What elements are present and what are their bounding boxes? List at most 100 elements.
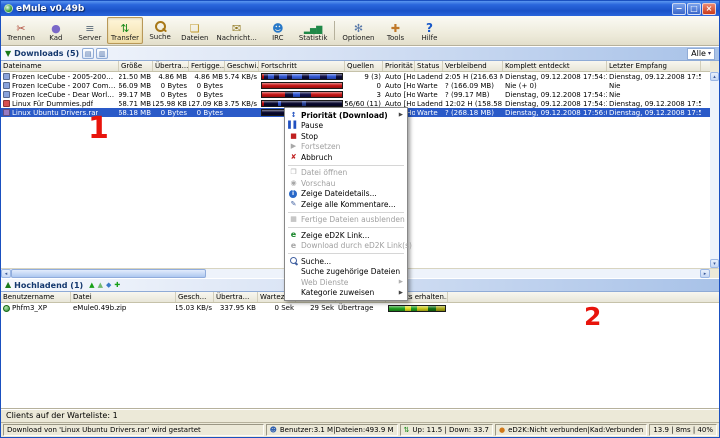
menu-item-dateidetails[interactable]: iZeige Dateidetails... <box>285 189 407 200</box>
upload-column-header-benutzername[interactable]: Benutzername <box>1 292 71 302</box>
progress-segment <box>278 101 281 106</box>
progress-segment <box>285 92 293 97</box>
upload-arrow-icon-2[interactable]: ▲ <box>98 281 103 289</box>
upload-column-header-geschwindigkeit[interactable]: Gesch... <box>176 292 214 302</box>
toolbar-button-nachrichten[interactable]: ✉Nachricht... <box>212 17 260 44</box>
column-header-verbleibend[interactable]: Verbleibend <box>443 61 503 71</box>
cell-fertiggestellt: 127.09 KB <box>189 99 225 108</box>
file-name: Frozen IceCube - 2007 Compilation (2 Dis… <box>12 82 117 90</box>
view-button-2[interactable]: ▥ <box>96 48 108 59</box>
menu-item-kommentare[interactable]: ✎Zeige alle Kommentare... <box>285 199 407 210</box>
cell-letzter: Dienstag, 09.12.2008 17:58:51 <box>607 72 701 81</box>
menu-item-pause[interactable]: ▌▌Pause <box>285 121 407 132</box>
column-header-komplett[interactable]: Komplett entdeckt <box>503 61 607 71</box>
view-button-1[interactable]: ▤ <box>82 48 94 59</box>
updown-arrows-icon: ⇅ <box>404 427 410 434</box>
horizontal-scrollbar-track[interactable] <box>206 269 700 278</box>
menu-item-suche-zugehoerige[interactable]: Suche zugehörige Dateien <box>285 267 407 278</box>
app-icon <box>4 4 13 13</box>
cell-dateiname: Linux Für Dummies.pdf <box>1 99 119 108</box>
scroll-down-button[interactable]: ▾ <box>710 259 719 268</box>
column-header-dateiname[interactable]: Dateiname <box>1 61 119 71</box>
scrollbar-thumb[interactable] <box>11 269 206 278</box>
cell-quellen: 0 <box>345 81 383 90</box>
cell-groesse: 268.18 MB <box>119 108 153 117</box>
file-name: Frozen IceCube - Dear World Radio.rar <box>12 91 117 99</box>
toolbar-button-server[interactable]: ≡Server <box>73 17 107 44</box>
toolbar-button-label: Hilfe <box>422 34 438 42</box>
filter-dropdown[interactable]: Alle ▾ <box>687 48 715 60</box>
column-header-geschwindigkeit[interactable]: Geschwi... <box>225 61 259 71</box>
cell-dateiname: Frozen IceCube - 2005-2006 Compilation (… <box>1 72 119 81</box>
upload-arrow-icon-1[interactable]: ▲ <box>89 281 94 289</box>
cell-groesse: 99.17 MB <box>119 90 153 99</box>
progress-segment <box>274 74 279 79</box>
column-header-quellen[interactable]: Quellen <box>345 61 383 71</box>
toolbar-button-dateien[interactable]: ❏Dateien <box>177 17 212 44</box>
vertical-scrollbar[interactable]: ▴ ▾ <box>710 72 719 268</box>
toolbar-button-irc[interactable]: ☻IRC <box>261 17 295 44</box>
toolbar-button-kad[interactable]: ●Kad <box>39 17 73 44</box>
menu-item-suche[interactable]: Suche... <box>285 256 407 267</box>
progress-segment <box>287 74 293 79</box>
toolbar-button-optionen[interactable]: ✻Optionen <box>338 17 378 44</box>
toolbar-button-label: Statistik <box>299 34 328 42</box>
vertical-scrollbar-track[interactable] <box>710 81 719 259</box>
column-header-fertiggestellt[interactable]: Fertigge... <box>189 61 225 71</box>
file-type-icon <box>3 73 10 80</box>
toolbar-button-trennen[interactable]: ✂Trennen <box>3 17 39 44</box>
download-row[interactable]: Frozen IceCube - Dear World Radio.rar99.… <box>1 90 710 99</box>
cell-verbleibend: 12:02 H (158.58 MB) <box>443 99 503 108</box>
uploads-list: Phfm3_XPeMule0.49b.zip15.03 KB/s337.95 K… <box>1 303 719 408</box>
menu-item-abbruch[interactable]: ✘Abbruch <box>285 152 407 163</box>
toolbar-button-transfer[interactable]: ⇅Transfer <box>107 17 143 44</box>
progress-segment <box>302 74 309 79</box>
scroll-up-button[interactable]: ▴ <box>710 72 719 81</box>
scroll-right-button[interactable]: ▸ <box>700 269 710 278</box>
column-header-uebertragen[interactable]: Übertra... <box>153 61 189 71</box>
toolbar-button-suche[interactable]: Suche <box>143 17 177 44</box>
download-row[interactable]: Frozen IceCube - 2007 Compilation (2 Dis… <box>1 81 710 90</box>
column-header-fortschritt[interactable]: Fortschritt <box>259 61 345 71</box>
downloads-table-header: DateinameGrößeÜbertra...Fertigge...Gesch… <box>1 61 710 72</box>
toolbar-button-hilfe[interactable]: ?Hilfe <box>413 17 447 44</box>
cell-fertiggestellt: 0 Bytes <box>189 108 225 117</box>
upload-friend-icon[interactable]: ◆ <box>106 281 111 289</box>
column-header-letzter[interactable]: Letzter Empfang <box>607 61 701 71</box>
cell-komplett: Dienstag, 09.12.2008 17:54:19 (34 + 27) <box>503 99 607 108</box>
upload-add-icon[interactable]: ✚ <box>114 281 120 289</box>
menu-item-label: Zeige eD2K Link... <box>301 231 370 240</box>
minimize-button[interactable]: − <box>672 3 686 15</box>
cell-status: Warte <box>415 108 443 117</box>
cell-fortschritt <box>259 90 345 99</box>
column-header-groesse[interactable]: Größe <box>119 61 153 71</box>
download-row[interactable]: Frozen IceCube - 2005-2006 Compilation (… <box>1 72 710 81</box>
status-panel-ping: 13.9 | 8ms | 40% <box>649 424 717 436</box>
cell-verbleibend: 2:05 H (216.63 MB) <box>443 72 503 81</box>
upload-row[interactable]: Phfm3_XPeMule0.49b.zip15.03 KB/s337.95 K… <box>1 303 719 313</box>
progress-segment <box>300 92 310 97</box>
close-button[interactable]: × <box>702 3 716 15</box>
menu-item-prioritaet[interactable]: ↕Priorität (Download)▶ <box>285 110 407 121</box>
toolbar-button-tools[interactable]: ✚Tools <box>379 17 413 44</box>
upload-column-header-datei[interactable]: Datei <box>71 292 176 302</box>
optionen-icon: ✻ <box>354 19 363 34</box>
menu-item-kategorie[interactable]: Kategorie zuweisen▶ <box>285 288 407 299</box>
window-controls: −□× <box>672 3 716 15</box>
menu-item-label: Suche zugehörige Dateien <box>301 267 400 276</box>
upload-column-header-uebertragen[interactable]: Übertra... <box>214 292 258 302</box>
column-header-status[interactable]: Status <box>415 61 443 71</box>
toolbar-button-statistik[interactable]: ▂▅▇Statistik <box>295 17 332 44</box>
scroll-left-button[interactable]: ◂ <box>1 269 11 278</box>
menu-item-stop[interactable]: ■Stop <box>285 131 407 142</box>
column-header-prioritaet[interactable]: Priorität <box>383 61 415 71</box>
progress-segment <box>389 306 405 311</box>
maximize-button[interactable]: □ <box>687 3 701 15</box>
fertige-ausblenden-icon: ▦ <box>288 216 299 223</box>
menu-item-zeige-ed2k[interactable]: eZeige eD2K Link... <box>285 230 407 241</box>
progress-bar <box>261 73 343 80</box>
file-type-icon <box>3 100 10 107</box>
status-panel-text: eD2K:Nicht verbunden|Kad:Verbunden <box>508 426 643 434</box>
cell-geschwindigkeit <box>225 81 259 90</box>
cell-komplett: Dienstag, 09.12.2008 17:54:10 (1) <box>503 72 607 81</box>
